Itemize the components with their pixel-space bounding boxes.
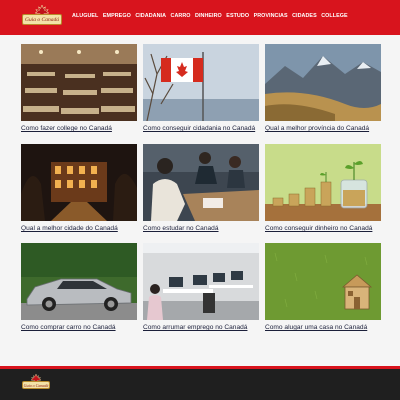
article-card-job[interactable]: Como arrumar emprego no Canadá [143,243,259,331]
article-card-citizenship[interactable]: Como conseguir cidadania no Canadá [143,44,259,132]
nav-item-emprego[interactable]: EMPREGO [103,13,131,19]
article-card-city[interactable]: Qual a melhor cidade do Canadá [21,144,137,232]
article-card-rent[interactable]: Como alugar uma casa no Canadá [265,243,381,331]
site-footer [0,366,400,400]
nav-item-cidadania[interactable]: CIDADANIA [135,13,166,19]
article-card-money[interactable]: Como conseguir dinheiro no Canadá [265,144,381,232]
article-card-car[interactable]: Como comprar carro no Canadá [21,243,137,331]
logo-text: Guia o Canadá [22,14,62,25]
mountain-landscape-image[interactable] [265,44,381,121]
article-card-college[interactable]: Como fazer college no Canadá [21,44,137,132]
article-link[interactable]: Como comprar carro no Canadá [21,324,137,331]
footer-logo-text: Guia o Canadá [22,381,50,389]
nav-item-carro[interactable]: CARRO [171,13,191,19]
night-street-image[interactable] [21,144,137,221]
site-logo[interactable]: Guia o Canadá [20,5,64,29]
coins-jar-image[interactable] [265,144,381,221]
students-table-image[interactable] [143,144,259,221]
silver-car-image[interactable] [21,243,137,320]
article-link[interactable]: Como arrumar emprego no Canadá [143,324,259,331]
nav-item-dinheiro[interactable]: DINHEIRO [195,13,222,19]
article-link[interactable]: Como conseguir cidadania no Canadá [143,125,259,132]
article-link[interactable]: Como estudar no Canadá [143,225,259,232]
article-link[interactable]: Como conseguir dinheiro no Canadá [265,225,381,232]
article-link[interactable]: Como fazer college no Canadá [21,125,137,132]
library-hall-image[interactable] [21,44,137,121]
footer-logo[interactable]: Guia o Canadá [22,374,50,392]
nav-item-college[interactable]: COLLEGE [321,13,347,19]
top-navigation-bar: Guia o Canadá ALUGUEL EMPREGO CIDADANIA … [0,0,400,35]
article-card-study[interactable]: Como estudar no Canadá [143,144,259,232]
nav-item-estudo[interactable]: ESTUDO [226,13,249,19]
main-menu: ALUGUEL EMPREGO CIDADANIA CARRO DINHEIRO… [72,13,348,19]
canada-flag-image[interactable] [143,44,259,121]
wooden-house-grass-image[interactable] [265,243,381,320]
nav-item-cidades[interactable]: CIDADES [292,13,317,19]
article-link[interactable]: Qual a melhor cidade do Canadá [21,225,137,232]
nav-item-aluguel[interactable]: ALUGUEL [72,13,98,19]
nav-item-provincias[interactable]: PROVINCIAS [254,13,288,19]
article-link[interactable]: Como alugar uma casa no Canadá [265,324,381,331]
article-card-province[interactable]: Qual a melhor província do Canadá [265,44,381,132]
office-image[interactable] [143,243,259,320]
article-link[interactable]: Qual a melhor província do Canadá [265,125,381,132]
